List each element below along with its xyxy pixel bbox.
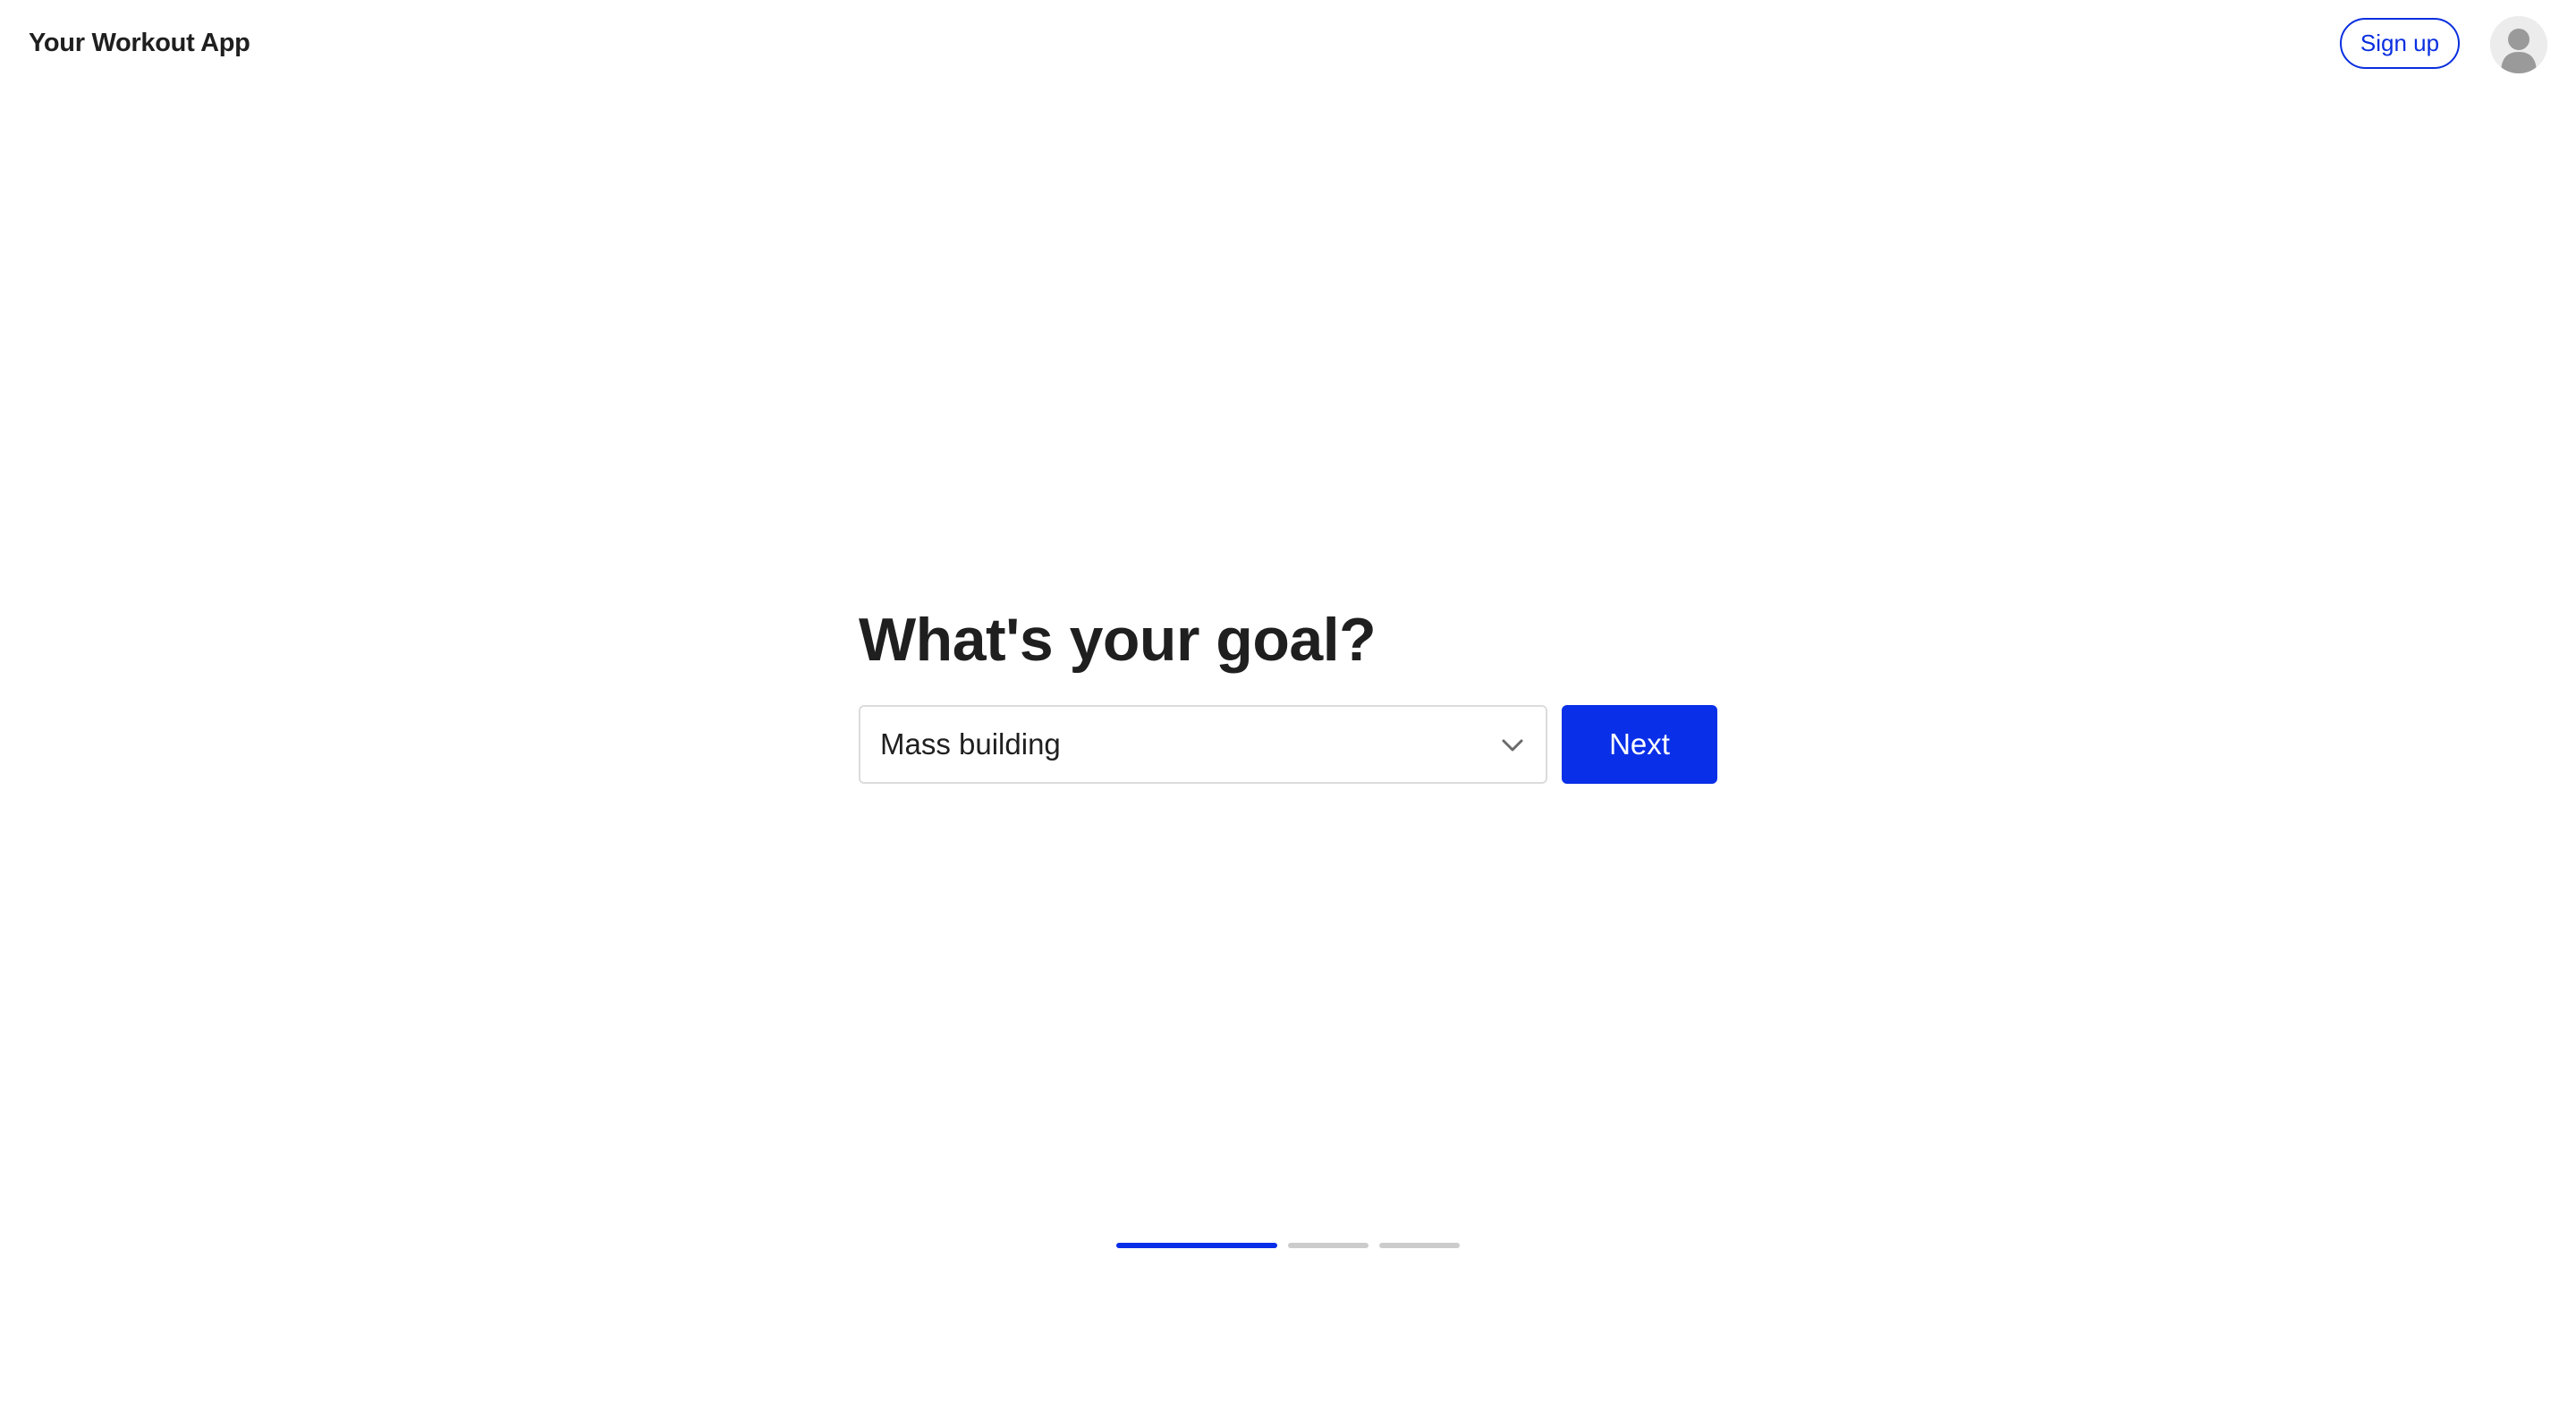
next-button[interactable]: Next: [1562, 705, 1717, 784]
goal-step: What's your goal? Mass building Next: [859, 605, 1717, 784]
avatar[interactable]: [2490, 16, 2547, 73]
goal-select[interactable]: Mass building: [859, 705, 1547, 784]
goal-form: Mass building Next: [859, 705, 1717, 784]
app-title[interactable]: Your Workout App: [29, 29, 250, 58]
goal-select-value: Mass building: [880, 727, 1061, 761]
user-avatar-icon: [2490, 16, 2547, 73]
progress-step-3: [1379, 1243, 1460, 1248]
page-title: What's your goal?: [859, 606, 1377, 674]
step-progress-indicator: [1116, 1243, 1460, 1248]
sign-up-button[interactable]: Sign up: [2340, 18, 2460, 69]
progress-step-1: [1116, 1243, 1277, 1248]
chevron-down-icon: [1502, 739, 1523, 752]
page: Your Workout App Sign up What's your goa…: [0, 0, 2576, 1428]
progress-step-2: [1288, 1243, 1368, 1248]
top-header: Your Workout App Sign up: [0, 0, 2576, 89]
